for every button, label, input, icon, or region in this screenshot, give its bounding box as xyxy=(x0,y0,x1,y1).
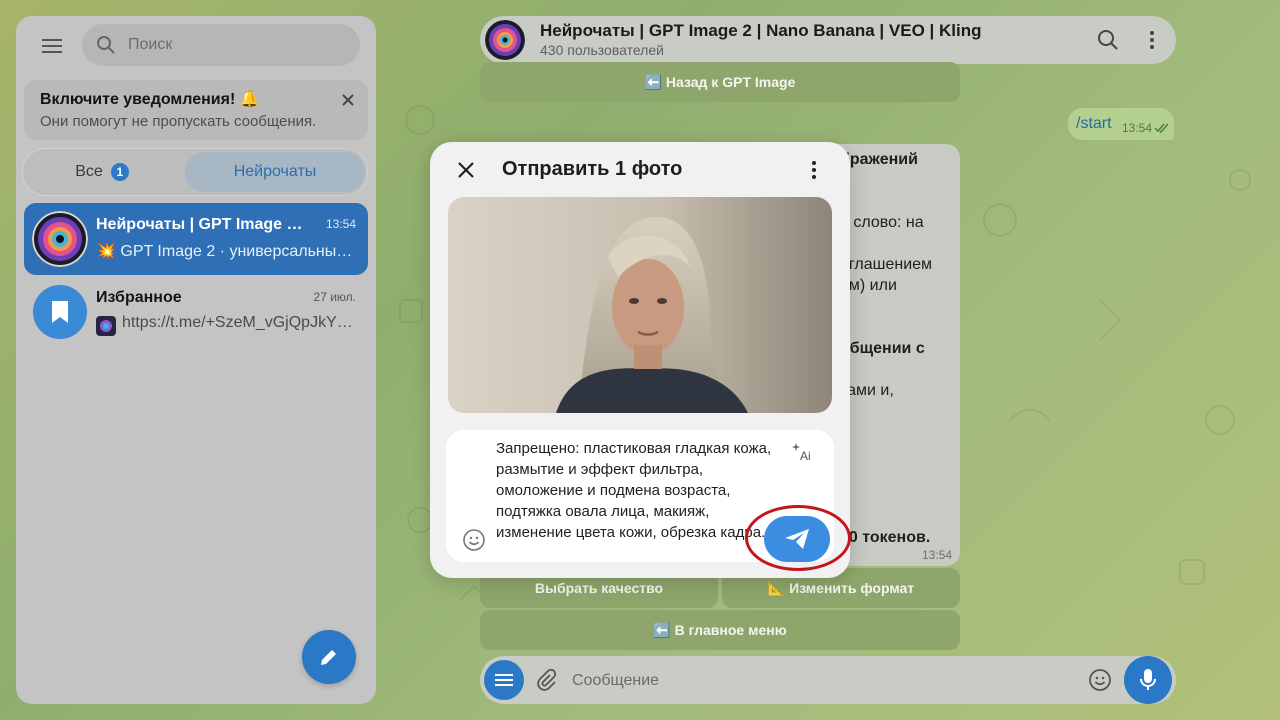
microphone-icon xyxy=(1140,669,1156,690)
attach-button[interactable] xyxy=(534,668,558,692)
compose-button[interactable] xyxy=(302,630,356,684)
chat-time: 27 июл. xyxy=(313,290,356,304)
hamburger-icon xyxy=(42,39,62,53)
tab-all[interactable]: Все 1 xyxy=(27,152,177,192)
close-icon xyxy=(342,94,354,106)
message-text[interactable]: /start xyxy=(1076,115,1112,133)
main-menu-keyboard-button[interactable]: ⬅️ В главное меню xyxy=(480,610,960,650)
search-input[interactable] xyxy=(126,35,350,55)
message-text-fragment: оглашением xyxy=(840,256,933,273)
bookmark-avatar xyxy=(32,284,88,340)
photo-preview[interactable] xyxy=(448,197,832,413)
close-icon xyxy=(458,162,474,178)
bot-menu-button[interactable] xyxy=(484,660,524,700)
chat-search-button[interactable] xyxy=(1096,28,1120,52)
chat-item-saved-messages[interactable]: Избранное 27 июл. https://t.me/+SzeM_vGj… xyxy=(24,276,368,348)
tab-neurochats-label: Нейрочаты xyxy=(233,163,317,180)
emoji-button[interactable] xyxy=(1088,668,1112,692)
unread-badge: 1 xyxy=(110,163,129,181)
dialog-more-button[interactable] xyxy=(802,158,826,182)
send-plane-icon xyxy=(785,529,809,549)
message-text-fragment: бражений xyxy=(840,151,918,168)
notification-close-button[interactable] xyxy=(338,90,358,110)
pencil-icon xyxy=(321,650,336,665)
message-composer xyxy=(480,656,1176,704)
message-time: 13:54 xyxy=(1122,121,1153,135)
notification-subtitle: Они помогут не пропускать сообщения. xyxy=(40,113,317,130)
chat-preview: 💥 GPT Image 2 · универсальный … xyxy=(96,243,358,260)
more-vertical-icon xyxy=(812,161,816,179)
search-icon xyxy=(97,36,115,54)
dialog-close-button[interactable] xyxy=(454,158,478,182)
tab-all-label: Все xyxy=(75,163,103,180)
message-text-fragment: общении с xyxy=(840,340,925,357)
outgoing-message: /start 13:54 xyxy=(1068,108,1174,140)
avatar xyxy=(485,20,525,60)
chat-time: 13:54 xyxy=(325,217,356,231)
send-photo-dialog: Отправить 1 фото Запрещено: пластиковая … xyxy=(430,142,850,578)
dialog-title: Отправить 1 фото xyxy=(502,158,683,180)
tab-neurochats[interactable]: Нейрочаты xyxy=(185,152,365,192)
chat-preview: https://t.me/+SzeM_vGjQpJkY… xyxy=(122,314,353,331)
send-button[interactable] xyxy=(764,516,830,562)
link-thumbnail-icon xyxy=(96,316,116,336)
chat-title: Избранное xyxy=(96,289,182,306)
ai-text-tools-button[interactable]: Ai xyxy=(792,442,812,463)
chat-more-button[interactable] xyxy=(1140,28,1164,52)
notification-banner[interactable]: Включите уведомления! 🔔 Они помогут не п… xyxy=(24,80,368,140)
search-box[interactable] xyxy=(82,24,360,66)
smiley-icon xyxy=(463,529,485,551)
message-input[interactable] xyxy=(570,668,1074,694)
bookmark-icon xyxy=(33,285,87,339)
caption-input[interactable]: Запрещено: пластиковая гладкая кожа, раз… xyxy=(496,438,772,543)
back-to-gpt-image-button[interactable]: ⬅️ Назад к GPT Image xyxy=(480,62,960,102)
chat-list-panel: Включите уведомления! 🔔 Они помогут не п… xyxy=(16,16,376,704)
ai-sparkle-icon: Ai xyxy=(792,443,811,463)
chat-title: Нейрочаты | GPT Image 2 | … xyxy=(96,216,310,233)
menu-icon xyxy=(495,674,513,686)
caption-emoji-button[interactable] xyxy=(462,528,486,552)
voice-record-button[interactable] xyxy=(1124,656,1172,704)
paperclip-icon xyxy=(537,668,557,691)
message-text-fragment: 00 токенов. xyxy=(840,529,931,546)
avatar xyxy=(32,211,88,267)
member-count: 430 пользователей xyxy=(540,42,664,58)
smiley-icon xyxy=(1089,669,1111,691)
double-check-icon xyxy=(1154,123,1169,133)
more-vertical-icon xyxy=(1150,31,1154,49)
message-text-fragment: е слово: на xyxy=(840,214,924,231)
chat-name: Нейрочаты | GPT Image 2 | Nano Banana | … xyxy=(540,21,982,40)
folder-tabs: Все 1 Нейрочаты xyxy=(22,148,368,196)
search-icon xyxy=(1098,30,1118,50)
chat-item-neurochats[interactable]: Нейрочаты | GPT Image 2 | … 13:54 💥 GPT … xyxy=(24,203,368,275)
portrait-photo xyxy=(448,197,832,413)
chat-header[interactable]: Нейрочаты | GPT Image 2 | Nano Banana | … xyxy=(480,16,1176,64)
svg-text:Ai: Ai xyxy=(800,449,811,462)
notification-title: Включите уведомления! 🔔 xyxy=(40,91,260,108)
message-time: 13:54 xyxy=(922,548,953,562)
main-menu-button[interactable] xyxy=(40,34,64,58)
